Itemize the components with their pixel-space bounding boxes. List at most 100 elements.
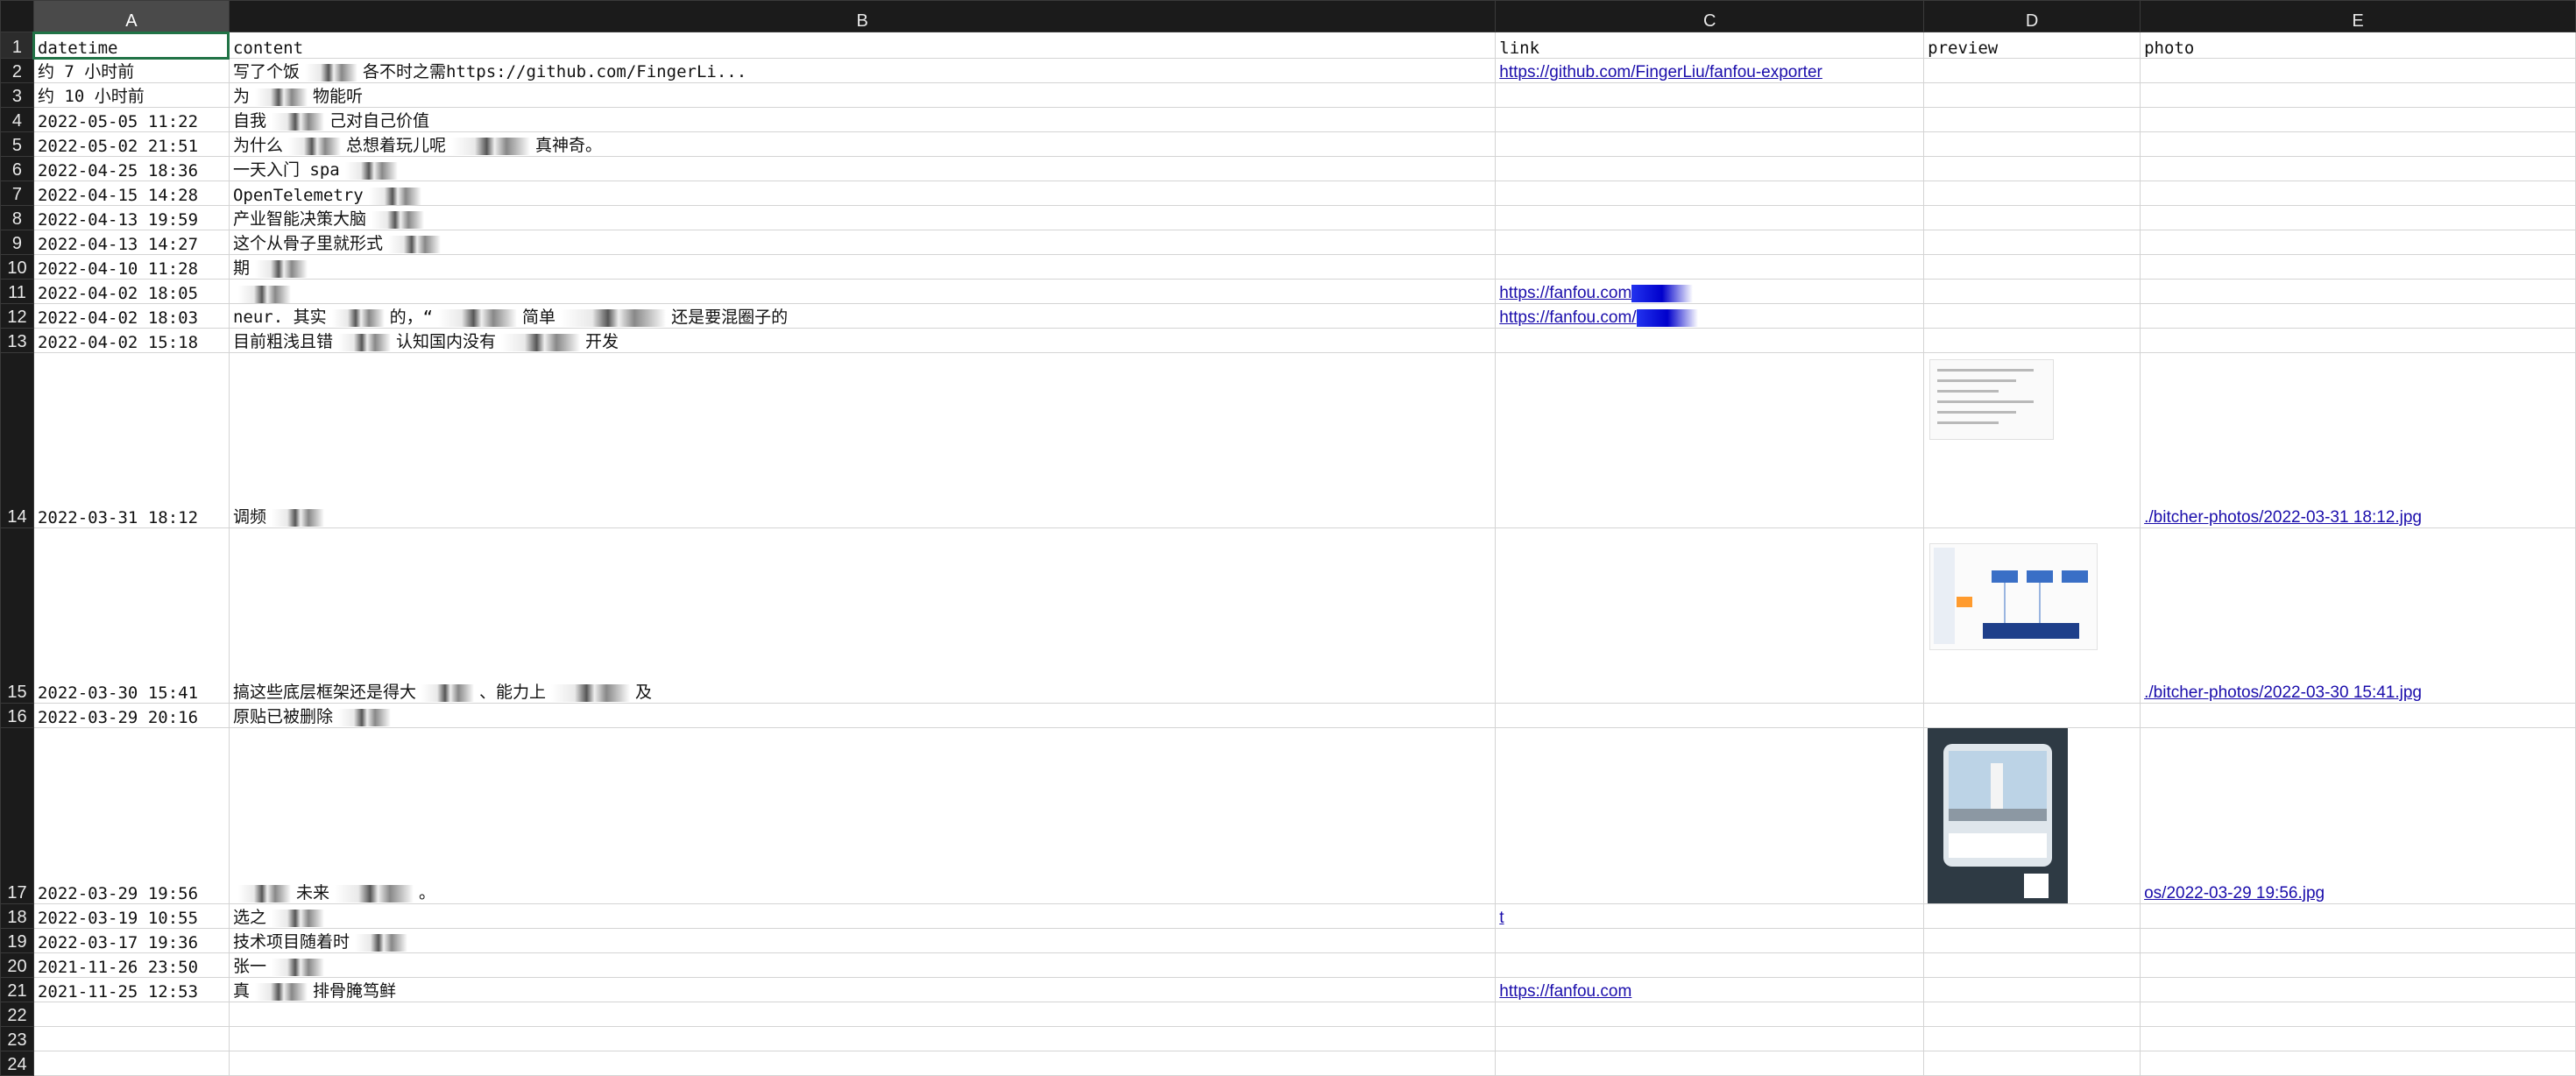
- photo-link[interactable]: os/2022-03-29 19:56.jpg: [2144, 884, 2325, 903]
- row-number[interactable]: 8: [0, 205, 34, 230]
- cell-d1[interactable]: preview: [1923, 32, 2141, 59]
- cell-preview[interactable]: [1923, 181, 2141, 206]
- cell-photo[interactable]: [2140, 328, 2576, 353]
- row-number[interactable]: 2: [0, 58, 34, 83]
- cell-content[interactable]: 未来 。: [228, 727, 1497, 904]
- column-header-b[interactable]: B: [228, 0, 1497, 32]
- spreadsheet[interactable]: A B C D E 1 datetime content link previe…: [0, 0, 2576, 1076]
- cell-preview[interactable]: [1923, 352, 2141, 528]
- cell-datetime[interactable]: 2022-03-19 10:55: [32, 903, 230, 929]
- row-number[interactable]: 21: [0, 977, 34, 1002]
- cell-datetime[interactable]: 2021-11-26 23:50: [32, 952, 230, 978]
- row-number[interactable]: 13: [0, 328, 34, 353]
- preview-thumbnail[interactable]: [1929, 359, 2055, 440]
- photo-link[interactable]: ./bitcher-photos/2022-03-30 15:41.jpg: [2144, 683, 2422, 702]
- cell-photo[interactable]: [2140, 156, 2576, 181]
- cell-preview[interactable]: [1923, 952, 2141, 978]
- preview-thumbnail[interactable]: [1929, 543, 2098, 650]
- cell-link[interactable]: [1495, 352, 1925, 528]
- cell-link[interactable]: https://github.com/FingerLiu/fanfou-expo…: [1495, 58, 1925, 83]
- row-number[interactable]: 15: [0, 527, 34, 704]
- row-number[interactable]: 4: [0, 107, 34, 132]
- cell-a1[interactable]: datetime: [32, 31, 230, 60]
- cell-content[interactable]: 技术项目随着时: [228, 928, 1497, 953]
- cell-link[interactable]: t: [1495, 903, 1925, 929]
- cell-photo[interactable]: ./bitcher-photos/2022-03-30 15:41.jpg: [2140, 527, 2576, 704]
- cell-photo[interactable]: [2140, 181, 2576, 206]
- link[interactable]: https://fanfou.com: [1499, 982, 1631, 1001]
- cell-preview[interactable]: [1923, 58, 2141, 83]
- cell-content[interactable]: neur. 其实 的，“ 简单 还是要混圈子的: [228, 303, 1497, 329]
- cell-datetime[interactable]: 2022-05-02 21:51: [32, 131, 230, 157]
- cell-preview[interactable]: [1923, 230, 2141, 255]
- cell-link[interactable]: [1495, 205, 1925, 230]
- empty-cell[interactable]: [228, 1002, 1497, 1027]
- column-header-c[interactable]: C: [1495, 0, 1925, 32]
- cell-c1[interactable]: link: [1495, 32, 1925, 59]
- cell-datetime[interactable]: 2022-03-17 19:36: [32, 928, 230, 953]
- cell-datetime[interactable]: 2022-03-31 18:12: [32, 352, 230, 528]
- row-number[interactable]: 3: [0, 82, 34, 108]
- cell-content[interactable]: 期: [228, 254, 1497, 280]
- cell-datetime[interactable]: 2022-04-13 14:27: [32, 230, 230, 255]
- column-header-d[interactable]: D: [1923, 0, 2141, 32]
- cell-content[interactable]: 产业智能决策大脑: [228, 205, 1497, 230]
- cell-link[interactable]: [1495, 527, 1925, 704]
- select-all-corner[interactable]: [0, 0, 34, 32]
- empty-cell[interactable]: [1923, 1026, 2141, 1051]
- empty-cell[interactable]: [2140, 1051, 2576, 1076]
- row-number[interactable]: 14: [0, 352, 34, 528]
- cell-photo[interactable]: [2140, 928, 2576, 953]
- empty-cell[interactable]: [2140, 1026, 2576, 1051]
- cell-content[interactable]: 调频: [228, 352, 1497, 528]
- row-number[interactable]: 24: [0, 1051, 34, 1076]
- cell-link[interactable]: [1495, 952, 1925, 978]
- cell-photo[interactable]: [2140, 82, 2576, 108]
- cell-preview[interactable]: [1923, 703, 2141, 728]
- cell-link[interactable]: [1495, 107, 1925, 132]
- cell-content[interactable]: 一天入门 spa: [228, 156, 1497, 181]
- cell-link[interactable]: https://fanfou.com: [1495, 279, 1925, 304]
- cell-photo[interactable]: [2140, 205, 2576, 230]
- cell-e1[interactable]: photo: [2140, 32, 2576, 59]
- cell-link[interactable]: [1495, 727, 1925, 904]
- cell-content[interactable]: 为什么 总想着玩儿呢 真神奇。: [228, 131, 1497, 157]
- cell-datetime[interactable]: 2022-04-25 18:36: [32, 156, 230, 181]
- row-number[interactable]: 18: [0, 903, 34, 929]
- cell-link[interactable]: https://fanfou.com: [1495, 977, 1925, 1002]
- cell-datetime[interactable]: 约 10 小时前: [32, 82, 230, 108]
- spreadsheet-grid[interactable]: A B C D E 1 datetime content link previe…: [0, 0, 2576, 1076]
- cell-photo[interactable]: ./bitcher-photos/2022-03-31 18:12.jpg: [2140, 352, 2576, 528]
- row-number[interactable]: 20: [0, 952, 34, 978]
- cell-preview[interactable]: [1923, 254, 2141, 280]
- cell-content[interactable]: 写了个饭 各不时之需https://github.com/FingerLi...: [228, 58, 1497, 83]
- cell-link[interactable]: [1495, 703, 1925, 728]
- row-number[interactable]: 10: [0, 254, 34, 280]
- cell-preview[interactable]: [1923, 903, 2141, 929]
- cell-datetime[interactable]: 2021-11-25 12:53: [32, 977, 230, 1002]
- cell-photo[interactable]: [2140, 131, 2576, 157]
- cell-content[interactable]: 真 排骨腌笃鲜: [228, 977, 1497, 1002]
- cell-content[interactable]: OpenTelemetry: [228, 181, 1497, 206]
- row-number[interactable]: 17: [0, 727, 34, 904]
- cell-preview[interactable]: [1923, 156, 2141, 181]
- cell-datetime[interactable]: 2022-04-02 18:03: [32, 303, 230, 329]
- cell-photo[interactable]: [2140, 703, 2576, 728]
- empty-cell[interactable]: [1923, 1051, 2141, 1076]
- cell-photo[interactable]: os/2022-03-29 19:56.jpg: [2140, 727, 2576, 904]
- photo-link[interactable]: ./bitcher-photos/2022-03-31 18:12.jpg: [2144, 508, 2422, 527]
- cell-datetime[interactable]: 约 7 小时前: [32, 58, 230, 83]
- empty-cell[interactable]: [1495, 1026, 1925, 1051]
- cell-preview[interactable]: [1923, 977, 2141, 1002]
- row-number[interactable]: 19: [0, 928, 34, 953]
- cell-preview[interactable]: [1923, 527, 2141, 704]
- empty-cell[interactable]: [1495, 1002, 1925, 1027]
- cell-photo[interactable]: [2140, 254, 2576, 280]
- cell-link[interactable]: [1495, 230, 1925, 255]
- row-number[interactable]: 16: [0, 703, 34, 728]
- cell-photo[interactable]: [2140, 303, 2576, 329]
- cell-photo[interactable]: [2140, 107, 2576, 132]
- cell-photo[interactable]: [2140, 279, 2576, 304]
- link[interactable]: https://github.com/FingerLiu/fanfou-expo…: [1499, 63, 1822, 81]
- row-number[interactable]: 12: [0, 303, 34, 329]
